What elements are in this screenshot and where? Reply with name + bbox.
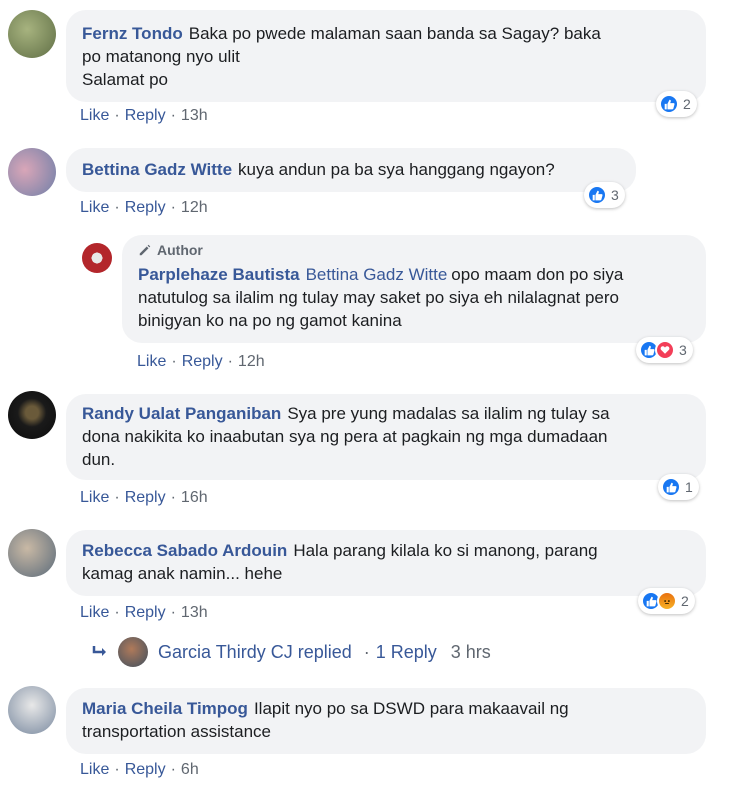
timestamp[interactable]: 13h <box>181 604 208 621</box>
commenter-name[interactable]: Randy Ualat Panganiban <box>82 404 281 423</box>
avatar[interactable] <box>118 637 148 667</box>
reply-link[interactable]: Reply <box>125 107 166 124</box>
reply-link[interactable]: Reply <box>182 353 223 370</box>
comment-text-line: dona nakikita ko inaabutan sya ng pera a… <box>82 427 608 446</box>
comment-actions: Like · Reply · 13h <box>80 107 208 125</box>
avatar[interactable] <box>8 686 56 734</box>
separator: · <box>114 199 120 216</box>
comment-text-line: Hala parang kilala ko si manong, parang <box>293 541 598 560</box>
comment-actions: Like · Reply · 12h <box>137 353 265 371</box>
comment-text-line: kamag anak namin... hehe <box>82 564 283 583</box>
reactions-summary[interactable]: 2 <box>656 91 697 117</box>
reactions-summary[interactable]: 2 <box>638 588 695 614</box>
avatar[interactable] <box>8 148 56 196</box>
view-replies-link[interactable]: Garcia Thirdy CJ replied · 1 Reply 3 hrs <box>92 637 491 667</box>
comment-text-line: opo maam don po siya <box>451 265 624 284</box>
love-reaction-icon <box>655 340 675 360</box>
comment-bubble: Randy Ualat Panganiban Sya pre yung madal… <box>66 394 706 480</box>
comment-text-line: Sya pre yung madalas sa ilalim ng tulay … <box>287 404 610 423</box>
separator: · <box>114 489 120 506</box>
comment-text-line: dun. <box>82 450 116 469</box>
commenter-name[interactable]: Parplehaze Bautista <box>138 265 300 284</box>
comment-text-line: natutulog sa ilalim ng tulay may saket p… <box>138 288 620 307</box>
comment-bubble: Bettina Gadz Witte kuya andun pa ba sya h… <box>66 148 636 192</box>
reactions-summary[interactable]: 1 <box>658 474 699 500</box>
like-reaction-icon <box>661 477 681 497</box>
timestamp[interactable]: 16h <box>181 489 208 506</box>
comment-bubble: Fernz Tondo Baka po pwede malaman saan ba… <box>66 10 706 102</box>
like-link[interactable]: Like <box>80 604 109 621</box>
timestamp[interactable]: 12h <box>238 353 265 370</box>
reactions-summary[interactable]: 3 <box>636 337 693 363</box>
avatar[interactable] <box>8 529 56 577</box>
comment-actions: Like · Reply · 12h <box>80 199 208 217</box>
comment-text-line: transportation assistance <box>82 722 271 741</box>
angry-reaction-icon <box>657 591 677 611</box>
separator: · <box>170 761 176 778</box>
comment-text-line: Salamat po <box>82 70 168 89</box>
comment-actions: Like · Reply · 6h <box>80 761 199 779</box>
comment-text-line: binigyan ko na po ng gamot kanina <box>138 311 402 330</box>
commenter-name[interactable]: Bettina Gadz Witte <box>82 160 232 179</box>
reply-count[interactable]: 1 Reply <box>376 642 437 663</box>
author-badge: Author <box>138 241 690 259</box>
timestamp[interactable]: 12h <box>181 199 208 216</box>
separator: · <box>171 353 177 370</box>
reply-link[interactable]: Reply <box>125 761 166 778</box>
comment-text-line: po matanong nyo ulit <box>82 47 240 66</box>
separator: · <box>170 199 176 216</box>
like-link[interactable]: Like <box>80 199 109 216</box>
avatar[interactable] <box>8 391 56 439</box>
commenter-name[interactable]: Fernz Tondo <box>82 24 183 43</box>
reply-link[interactable]: Reply <box>125 489 166 506</box>
comment-actions: Like · Reply · 16h <box>80 489 208 507</box>
separator: · <box>170 604 176 621</box>
separator: · <box>114 107 120 124</box>
reaction-count: 3 <box>611 187 619 203</box>
reaction-count: 2 <box>683 96 691 112</box>
reply-arrow-icon <box>92 646 106 656</box>
like-reaction-icon <box>587 185 607 205</box>
separator: · <box>114 761 120 778</box>
comment-actions: Like · Reply · 13h <box>80 604 208 622</box>
commenter-name[interactable]: Rebecca Sabado Ardouin <box>82 541 287 560</box>
replied-text[interactable]: Garcia Thirdy CJ replied <box>158 642 352 663</box>
timestamp[interactable]: 6h <box>181 761 199 778</box>
mention-tag[interactable]: Bettina Gadz Witte <box>306 265 448 284</box>
reactions-summary[interactable]: 3 <box>584 182 625 208</box>
separator: · <box>170 107 176 124</box>
like-reaction-icon <box>659 94 679 114</box>
replied-time: 3 hrs <box>450 641 491 662</box>
separator: · <box>227 353 233 370</box>
pencil-icon <box>139 244 151 256</box>
comment-text-line: Ilapit nyo po sa DSWD para makaavail ng <box>253 699 569 718</box>
avatar[interactable] <box>8 10 56 58</box>
reaction-count: 1 <box>685 479 693 495</box>
comment-bubble: Rebecca Sabado Ardouin Hala parang kilala… <box>66 530 706 596</box>
author-label: Author <box>157 242 203 258</box>
reply-link[interactable]: Reply <box>125 199 166 216</box>
reply-link[interactable]: Reply <box>125 604 166 621</box>
like-link[interactable]: Like <box>80 761 109 778</box>
comment-text-line: Baka po pwede malaman saan banda sa Saga… <box>188 24 601 43</box>
comment-text: kuya andun pa ba sya hanggang ngayon? <box>238 160 555 179</box>
comment-bubble: Author Parplehaze Bautista Bettina Gadz W… <box>122 235 706 343</box>
like-link[interactable]: Like <box>80 489 109 506</box>
timestamp[interactable]: 13h <box>181 107 208 124</box>
separator: · <box>170 489 176 506</box>
separator: · <box>114 604 120 621</box>
comment-bubble: Maria Cheila Timpog Ilapit nyo po sa DSWD… <box>66 688 706 754</box>
separator: · <box>363 641 370 662</box>
commenter-name[interactable]: Maria Cheila Timpog <box>82 699 248 718</box>
like-link[interactable]: Like <box>80 107 109 124</box>
like-link[interactable]: Like <box>137 353 166 370</box>
reaction-count: 2 <box>681 593 689 609</box>
reaction-count: 3 <box>679 342 687 358</box>
avatar[interactable] <box>82 243 112 273</box>
